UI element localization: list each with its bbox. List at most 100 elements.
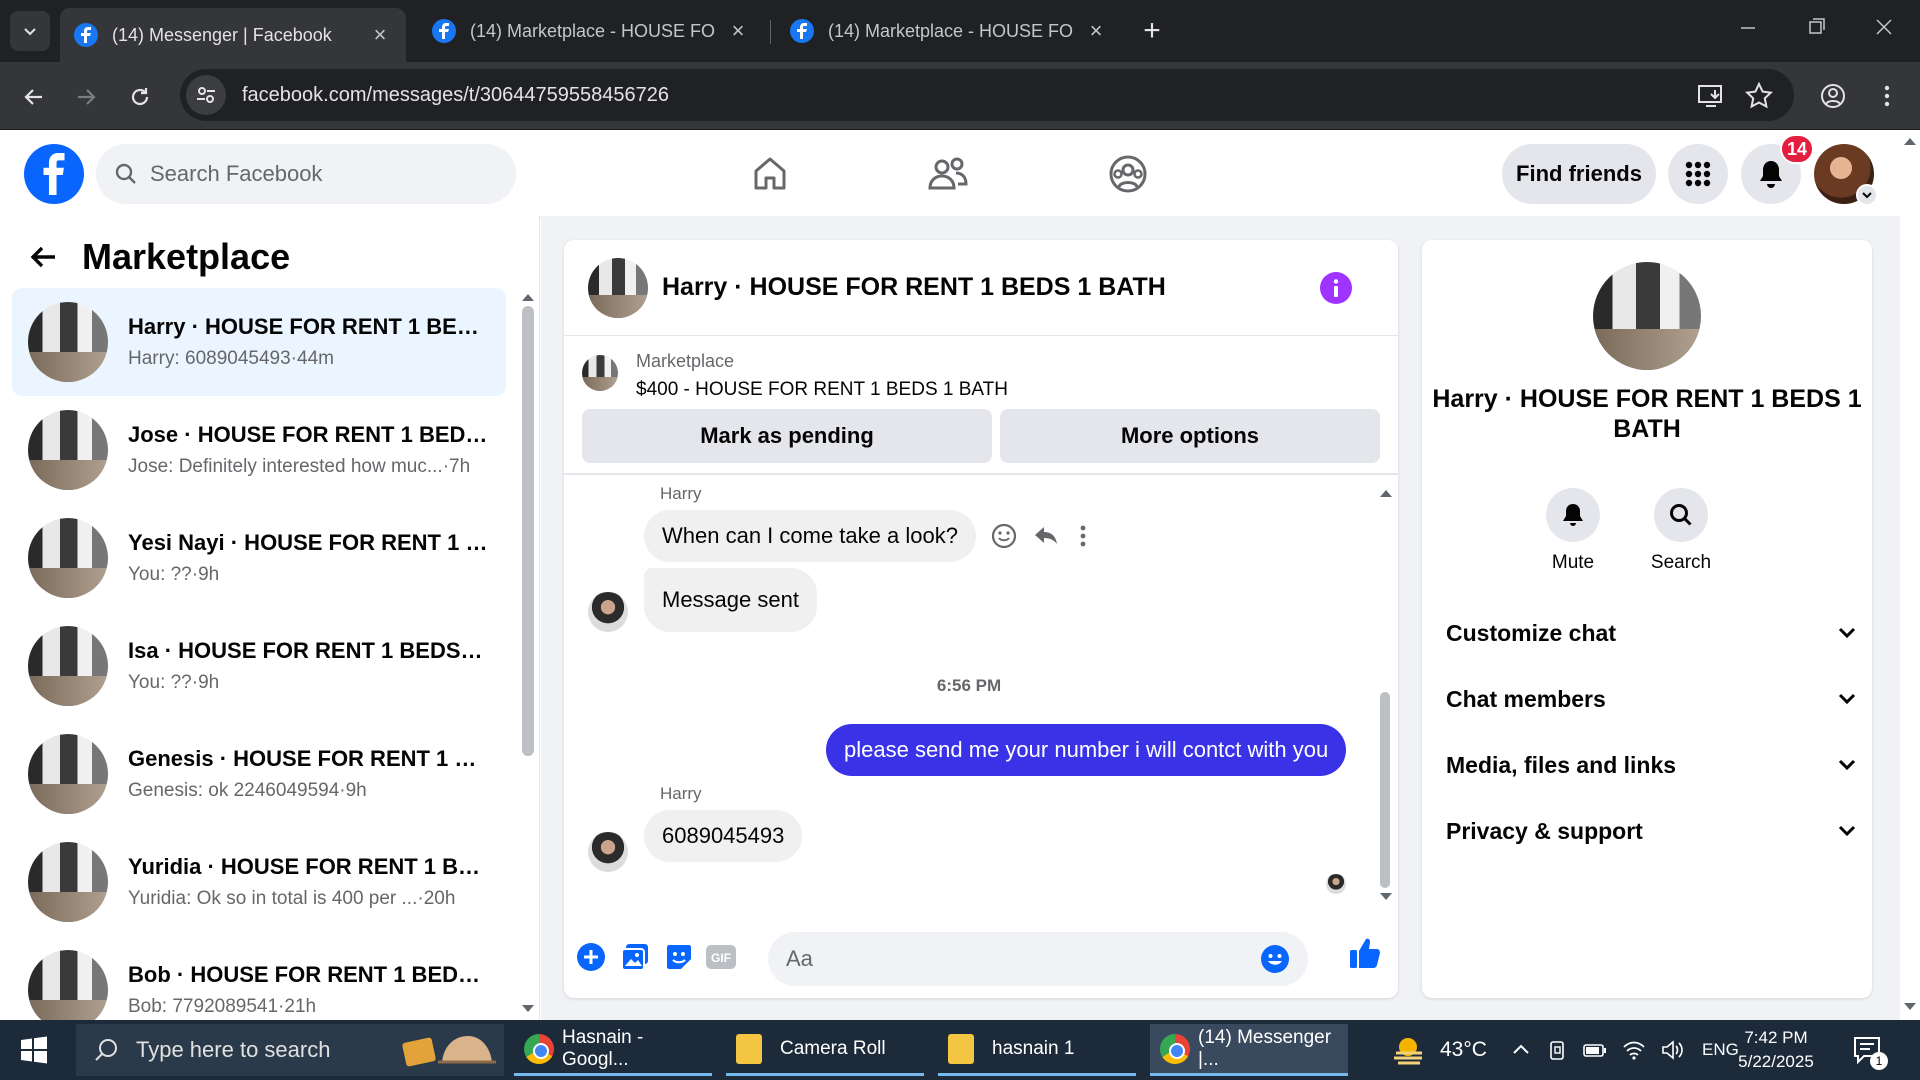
- facebook-logo-icon[interactable]: [24, 144, 84, 204]
- site-info-icon[interactable]: [186, 75, 226, 115]
- emoji-icon[interactable]: [1260, 944, 1290, 974]
- restore-button[interactable]: [1796, 12, 1836, 42]
- profile-button[interactable]: [1818, 81, 1848, 111]
- battery-saver-icon[interactable]: [1546, 1039, 1568, 1061]
- facebook-search-box[interactable]: [96, 144, 516, 204]
- scroll-down-arrow-icon[interactable]: [520, 1004, 536, 1014]
- sender-avatar[interactable]: [588, 832, 628, 872]
- back-button[interactable]: [16, 79, 52, 115]
- browser-tab-bar: (14) Messenger | Facebook × (14) Marketp…: [0, 0, 1920, 62]
- close-tab-icon[interactable]: ×: [368, 22, 392, 48]
- conversation-preview: Jose: Definitely interested how muc...: [128, 456, 443, 477]
- close-tab-icon[interactable]: ×: [1084, 18, 1108, 44]
- browser-menu-button[interactable]: [1872, 81, 1902, 111]
- find-friends-button[interactable]: Find friends: [1502, 144, 1656, 204]
- page-scrollbar[interactable]: [1900, 130, 1920, 1020]
- conversation-item[interactable]: Yesi Nayi · HOUSE FOR RENT 1 B... You: ?…: [12, 504, 506, 612]
- conversation-item[interactable]: Jose · HOUSE FOR RENT 1 BEDS ... Jose: D…: [12, 396, 506, 504]
- menu-button[interactable]: [1668, 144, 1728, 204]
- new-tab-button[interactable]: +: [1136, 14, 1168, 48]
- chevron-up-icon[interactable]: [1510, 1039, 1532, 1061]
- home-nav-button[interactable]: [730, 146, 810, 202]
- reply-icon[interactable]: [1032, 522, 1060, 550]
- more-actions-icon[interactable]: [1078, 522, 1088, 550]
- taskbar-search[interactable]: Type here to search: [76, 1024, 504, 1076]
- arrow-left-icon: [30, 246, 55, 268]
- browser-tab-marketplace-1[interactable]: (14) Marketplace - HOUSE FOR ×: [418, 8, 764, 54]
- sticker-icon[interactable]: [662, 940, 696, 974]
- taskbar-app-hasnain-1[interactable]: hasnain 1: [938, 1024, 1136, 1076]
- conversation-item[interactable]: Isa · HOUSE FOR RENT 1 BEDS 1 ... You: ?…: [12, 612, 506, 720]
- more-vertical-icon: [1884, 85, 1890, 107]
- listing-thumbnail: [28, 518, 108, 598]
- start-button[interactable]: [18, 1034, 50, 1066]
- account-avatar[interactable]: [1814, 144, 1878, 206]
- add-attachment-icon[interactable]: [574, 940, 608, 974]
- scroll-up-arrow-icon[interactable]: [1902, 136, 1918, 146]
- message-bubble-incoming[interactable]: When can I come take a look?: [644, 510, 976, 562]
- reload-button[interactable]: [122, 79, 158, 115]
- like-thumbs-up-icon[interactable]: [1348, 936, 1382, 970]
- search-conversation-button[interactable]: Search: [1636, 488, 1726, 574]
- listing-price[interactable]: $400 - HOUSE FOR RENT 1 BEDS 1 BATH: [636, 379, 1008, 401]
- friends-icon: [928, 157, 968, 190]
- message-input-box[interactable]: [768, 932, 1308, 986]
- wifi-icon[interactable]: [1622, 1039, 1646, 1061]
- back-arrow-button[interactable]: [28, 241, 60, 273]
- search-highlight-icon[interactable]: [398, 1026, 498, 1074]
- scroll-up-arrow-icon[interactable]: [520, 292, 536, 302]
- mark-as-pending-button[interactable]: Mark as pending: [582, 409, 992, 463]
- taskbar-clock[interactable]: 7:42 PM 5/22/2025: [1728, 1026, 1824, 1074]
- sender-avatar[interactable]: [588, 592, 628, 632]
- message-bubble-incoming[interactable]: 6089045493: [644, 810, 803, 862]
- chat-scrollbar[interactable]: [1380, 692, 1390, 888]
- info-icon[interactable]: [1320, 272, 1352, 304]
- browser-tab-messenger[interactable]: (14) Messenger | Facebook ×: [60, 8, 406, 62]
- conversation-item[interactable]: Genesis · HOUSE FOR RENT 1 BE... Genesis…: [12, 720, 506, 828]
- conversation-item[interactable]: Yuridia · HOUSE FOR RENT 1 BE... Yuridia…: [12, 828, 506, 936]
- close-window-button[interactable]: [1864, 12, 1904, 42]
- chat-avatar[interactable]: [588, 257, 648, 318]
- more-options-button[interactable]: More options: [1000, 409, 1380, 463]
- bookmark-button[interactable]: [1744, 81, 1774, 111]
- taskbar-app-label: Hasnain - Googl...: [562, 1026, 644, 1070]
- taskbar-app-camera-roll[interactable]: Camera Roll: [726, 1024, 924, 1076]
- volume-icon[interactable]: [1660, 1039, 1684, 1061]
- gif-icon[interactable]: GIF: [704, 940, 738, 974]
- close-tab-icon[interactable]: ×: [726, 18, 750, 44]
- react-emoji-icon[interactable]: [990, 522, 1018, 550]
- friends-nav-button[interactable]: [908, 146, 988, 202]
- notification-center-button[interactable]: 1: [1852, 1034, 1888, 1070]
- chat-title[interactable]: Harry · HOUSE FOR RENT 1 BEDS 1 BATH: [662, 273, 1166, 302]
- scroll-down-arrow-icon[interactable]: [1902, 1002, 1918, 1012]
- media-files-links-row[interactable]: Media, files and links: [1446, 740, 1856, 790]
- message-bubble-incoming[interactable]: Message sent: [644, 568, 817, 632]
- address-bar[interactable]: facebook.com/messages/t/3064475955845672…: [180, 69, 1794, 121]
- tab-search-button[interactable]: [10, 11, 50, 51]
- battery-icon[interactable]: [1582, 1039, 1608, 1061]
- weather-widget[interactable]: 43°C: [1390, 1020, 1487, 1080]
- taskbar-app-chrome-hasnain[interactable]: Hasnain - Googl...: [514, 1024, 712, 1076]
- panel-title: Marketplace: [82, 236, 291, 277]
- install-app-button[interactable]: [1696, 81, 1726, 111]
- message-bubble-outgoing[interactable]: please send me your number i will contct…: [826, 724, 1347, 776]
- scroll-down-arrow-icon[interactable]: [1378, 892, 1394, 902]
- photo-icon[interactable]: [618, 940, 652, 974]
- customize-chat-row[interactable]: Customize chat: [1446, 608, 1856, 658]
- facebook-search-input[interactable]: [150, 161, 450, 187]
- scroll-up-arrow-icon[interactable]: [1378, 488, 1394, 498]
- reload-icon: [131, 88, 149, 106]
- listing-thumbnail[interactable]: [582, 355, 618, 391]
- listing-thumbnail[interactable]: [1593, 262, 1701, 370]
- minimize-button[interactable]: [1728, 12, 1768, 42]
- browser-tab-marketplace-2[interactable]: (14) Marketplace - HOUSE FOR ×: [776, 8, 1122, 54]
- chat-members-row[interactable]: Chat members: [1446, 674, 1856, 724]
- message-input[interactable]: [786, 946, 1246, 972]
- taskbar-app-chrome-messenger[interactable]: (14) Messenger |...: [1150, 1024, 1348, 1076]
- mute-button[interactable]: Mute: [1528, 488, 1618, 574]
- conversation-item[interactable]: Harry · HOUSE FOR RENT 1 BED... Harry: 6…: [12, 288, 506, 396]
- conversation-list-scrollbar[interactable]: [522, 306, 534, 756]
- privacy-support-row[interactable]: Privacy & support: [1446, 806, 1856, 856]
- forward-button[interactable]: [68, 79, 104, 115]
- groups-nav-button[interactable]: [1088, 146, 1168, 202]
